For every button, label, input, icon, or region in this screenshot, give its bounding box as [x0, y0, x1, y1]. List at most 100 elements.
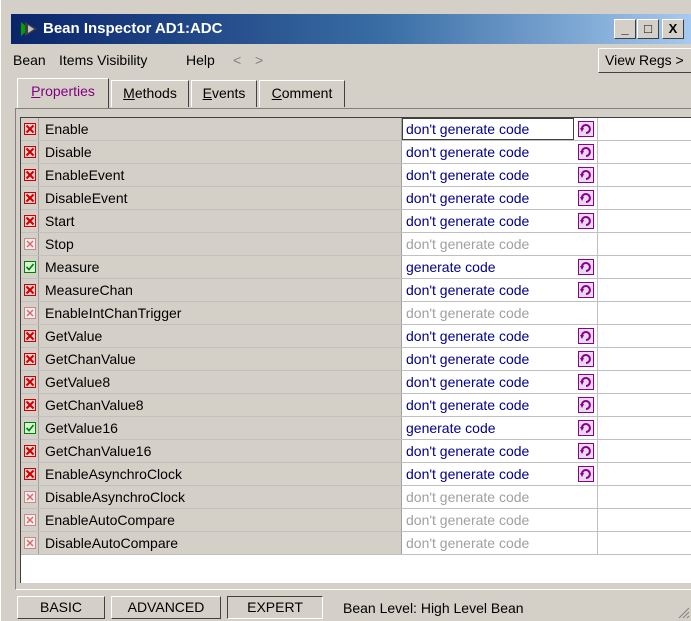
method-value-field[interactable]: don't generate code [402, 463, 574, 485]
method-name: Measure [39, 256, 402, 278]
method-value-field[interactable]: don't generate code [402, 118, 574, 140]
tab-properties-label: roperties [40, 83, 95, 99]
toggle-cycle-icon[interactable] [578, 190, 594, 206]
empty-cell [598, 233, 691, 255]
method-row[interactable]: GetValue16 generate code [21, 417, 691, 440]
toggle-cell[interactable] [574, 187, 598, 209]
tab-comment[interactable]: Comment [259, 80, 345, 107]
method-value-field[interactable]: don't generate code [402, 187, 574, 209]
method-value-field[interactable]: don't generate code [402, 371, 574, 393]
method-value-field[interactable]: generate code [402, 417, 574, 439]
method-status-cell [21, 164, 39, 186]
close-button[interactable]: X [662, 19, 684, 39]
method-row[interactable]: DisableEvent don't generate code [21, 187, 691, 210]
method-value-field[interactable]: don't generate code [402, 210, 574, 232]
empty-cell [598, 164, 691, 186]
level-expert-button[interactable]: EXPERT [227, 596, 323, 619]
method-value-field[interactable]: don't generate code [402, 141, 574, 163]
method-row[interactable]: Stop don't generate code [21, 233, 691, 256]
method-status-cell [21, 256, 39, 278]
method-status-cell [21, 302, 39, 324]
method-status-cell [21, 463, 39, 485]
method-value-field[interactable]: don't generate code [402, 164, 574, 186]
toggle-cycle-icon[interactable] [578, 328, 594, 344]
tab-events[interactable]: Events [191, 80, 257, 107]
back-arrow-icon[interactable]: < [233, 52, 241, 68]
toggle-cell[interactable] [574, 325, 598, 347]
method-row[interactable]: GetValue don't generate code [21, 325, 691, 348]
view-regs-button[interactable]: View Regs > [598, 48, 691, 73]
menu-bean[interactable]: Bean [13, 52, 46, 68]
method-row[interactable]: MeasureChan don't generate code [21, 279, 691, 302]
level-basic-button[interactable]: BASIC [17, 596, 105, 619]
toggle-cycle-icon[interactable] [578, 420, 594, 436]
empty-cell [598, 279, 691, 301]
method-name: GetValue16 [39, 417, 402, 439]
method-value-field[interactable]: don't generate code [402, 394, 574, 416]
method-row[interactable]: EnableEvent don't generate code [21, 164, 691, 187]
toggle-cycle-icon[interactable] [578, 374, 594, 390]
toggle-cell [574, 486, 598, 508]
method-value-field[interactable]: don't generate code [402, 440, 574, 462]
method-row[interactable]: Measure generate code [21, 256, 691, 279]
maximize-button[interactable]: □ [637, 19, 659, 39]
method-row[interactable]: EnableAsynchroClock don't generate code [21, 463, 691, 486]
toggle-cycle-icon[interactable] [578, 282, 594, 298]
minimize-button[interactable]: _ [614, 19, 636, 39]
empty-cell [598, 509, 691, 531]
title-bar[interactable]: Bean Inspector AD1:ADC _ □ X [11, 14, 691, 44]
method-row[interactable]: GetChanValue8 don't generate code [21, 394, 691, 417]
toggle-cycle-icon[interactable] [578, 144, 594, 160]
method-status-cell [21, 394, 39, 416]
toggle-cell[interactable] [574, 256, 598, 278]
toggle-cell[interactable] [574, 141, 598, 163]
toggle-cycle-icon[interactable] [578, 259, 594, 275]
toggle-cell[interactable] [574, 210, 598, 232]
method-row[interactable]: EnableAutoCompare don't generate code [21, 509, 691, 532]
tab-methods[interactable]: Methods [111, 80, 189, 107]
tab-properties[interactable]: Properties [17, 78, 109, 108]
method-value-field[interactable]: don't generate code [402, 325, 574, 347]
disabled-x-icon [24, 146, 36, 158]
toggle-cell[interactable] [574, 417, 598, 439]
toggle-cycle-icon[interactable] [578, 397, 594, 413]
toggle-cycle-icon[interactable] [578, 443, 594, 459]
toggle-cell[interactable] [574, 440, 598, 462]
level-advanced-button[interactable]: ADVANCED [111, 596, 221, 619]
toggle-cycle-icon[interactable] [578, 121, 594, 137]
toggle-cell[interactable] [574, 371, 598, 393]
tab-comment-accel: C [271, 85, 282, 101]
tab-comment-label: omment [281, 85, 333, 101]
method-row[interactable]: EnableIntChanTrigger don't generate code [21, 302, 691, 325]
method-row[interactable]: Enable don't generate code [21, 118, 691, 141]
toggle-cycle-icon[interactable] [578, 213, 594, 229]
resize-grip-icon[interactable] [676, 605, 690, 619]
toggle-cell[interactable] [574, 279, 598, 301]
method-name: EnableIntChanTrigger [39, 302, 402, 324]
toggle-cell[interactable] [574, 118, 598, 140]
method-status-cell [21, 486, 39, 508]
method-value-field[interactable]: don't generate code [402, 348, 574, 370]
menu-items-visibility[interactable]: Items Visibility [59, 52, 147, 68]
method-row[interactable]: Disable don't generate code [21, 141, 691, 164]
method-value-field[interactable]: don't generate code [402, 279, 574, 301]
method-name: EnableAsynchroClock [39, 463, 402, 485]
toggle-cell[interactable] [574, 394, 598, 416]
forward-arrow-icon[interactable]: > [255, 52, 263, 68]
method-row[interactable]: DisableAsynchroClock don't generate code [21, 486, 691, 509]
toggle-cycle-icon[interactable] [578, 167, 594, 183]
menu-help[interactable]: Help [186, 52, 215, 68]
method-row[interactable]: GetValue8 don't generate code [21, 371, 691, 394]
method-name: EnableAutoCompare [39, 509, 402, 531]
method-value-field[interactable]: generate code [402, 256, 574, 278]
method-row[interactable]: Start don't generate code [21, 210, 691, 233]
disabled-x-icon [24, 330, 36, 342]
toggle-cycle-icon[interactable] [578, 351, 594, 367]
toggle-cell[interactable] [574, 164, 598, 186]
method-row[interactable]: GetChanValue don't generate code [21, 348, 691, 371]
toggle-cycle-icon[interactable] [578, 466, 594, 482]
method-row[interactable]: GetChanValue16 don't generate code [21, 440, 691, 463]
toggle-cell[interactable] [574, 348, 598, 370]
method-row[interactable]: DisableAutoCompare don't generate code [21, 532, 691, 555]
toggle-cell[interactable] [574, 463, 598, 485]
